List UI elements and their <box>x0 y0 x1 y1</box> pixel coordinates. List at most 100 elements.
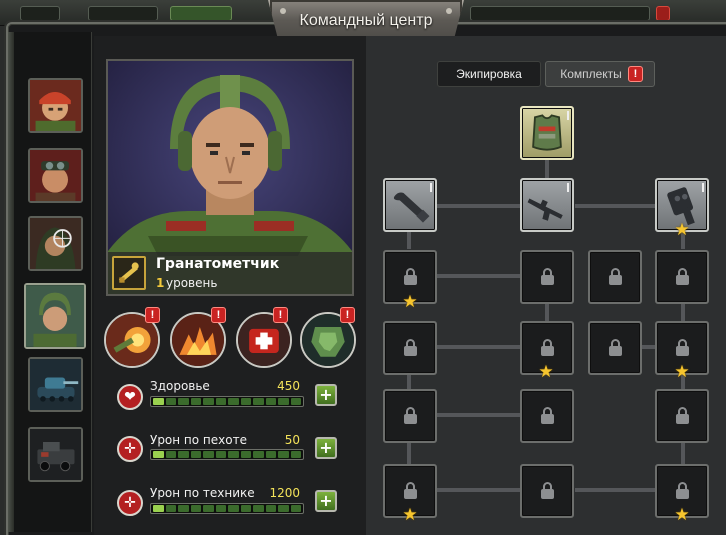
stat-bar-segment <box>290 505 301 512</box>
locked-slot[interactable] <box>655 389 709 443</box>
hero-name: Гранатометчик <box>156 256 280 272</box>
locked-slot[interactable] <box>520 250 574 304</box>
stat-bar-infantry-damage <box>150 449 304 460</box>
close-window-icon[interactable] <box>656 6 670 21</box>
top-chip <box>88 6 158 21</box>
locked-slot[interactable] <box>588 250 642 304</box>
upgrade-vehicle-damage-button[interactable]: + <box>315 490 337 512</box>
tab-equipment[interactable]: Экипировка <box>437 61 541 87</box>
equipment-slot-rocket[interactable] <box>383 178 437 232</box>
rail-edge <box>8 32 14 532</box>
lock-icon <box>404 339 417 356</box>
window-title: Командный центр <box>299 12 433 29</box>
stat-bar-segment <box>153 398 164 405</box>
locked-slot[interactable] <box>520 464 574 518</box>
lock-icon <box>404 407 417 424</box>
stat-bar-segment <box>165 451 176 458</box>
stat-bar-segment <box>253 398 264 405</box>
stat-label-infantry-damage: Урон по пехоте <box>150 433 247 447</box>
stat-bar-segment <box>153 451 164 458</box>
upgrade-infantry-damage-button[interactable]: + <box>315 437 337 459</box>
stat-bar-segment <box>240 505 251 512</box>
top-chip <box>20 6 60 21</box>
stat-bar-segment <box>203 451 214 458</box>
unit-slot-armored-car[interactable] <box>28 427 83 482</box>
equipment-slot-rifle[interactable] <box>520 178 574 232</box>
stat-bar-segment <box>215 505 226 512</box>
upgrade-health-button[interactable]: + <box>315 384 337 406</box>
stat-bar-segment <box>215 398 226 405</box>
soldier-2-portrait-icon <box>30 150 81 201</box>
hero-level-label: уровень <box>166 276 218 290</box>
lock-icon <box>676 339 689 356</box>
lock-icon <box>676 407 689 424</box>
unit-slot-soldier-2[interactable] <box>28 148 83 203</box>
stat-bar-segment <box>190 505 201 512</box>
lock-icon <box>609 339 622 356</box>
stat-value-infantry-damage: 50 <box>284 433 300 447</box>
stat-bar-segment <box>178 451 189 458</box>
locked-slot[interactable] <box>383 321 437 375</box>
rocket-icon <box>393 192 430 223</box>
stat-bar-segment <box>265 451 276 458</box>
tree-connector <box>681 440 685 464</box>
top-chip <box>470 6 650 21</box>
stat-bar-segment <box>203 398 214 405</box>
lock-icon <box>404 482 417 499</box>
star-icon: ★ <box>538 362 554 382</box>
slot-marker <box>567 111 569 120</box>
lock-icon <box>676 482 689 499</box>
vehicle-target-icon: ✛ <box>117 490 143 516</box>
lock-icon <box>676 268 689 285</box>
star-icon: ★ <box>402 292 418 312</box>
stat-bar-segment <box>190 398 201 405</box>
tree-connector <box>435 274 521 278</box>
locked-slot[interactable] <box>383 389 437 443</box>
tree-connector <box>435 345 521 349</box>
tree-connector <box>435 204 521 208</box>
equipment-slot-vest[interactable] <box>520 106 574 160</box>
top-chip <box>170 6 232 21</box>
stat-bar-segment <box>165 505 176 512</box>
locked-slot[interactable] <box>655 250 709 304</box>
stat-bar-segment <box>228 451 239 458</box>
ability-alert-badge: ! <box>340 307 355 323</box>
lock-icon <box>541 339 554 356</box>
tank-icon <box>30 359 81 410</box>
unit-slot-sniper[interactable] <box>28 216 83 271</box>
stat-bar-segment <box>178 398 189 405</box>
stat-bar-health <box>150 396 304 407</box>
soldier-1-portrait-icon <box>30 80 81 131</box>
star-icon: ★ <box>674 362 690 382</box>
unit-slot-tank[interactable] <box>28 357 83 412</box>
stat-value-health: 450 <box>277 379 300 393</box>
lock-icon <box>404 268 417 285</box>
tree-connector <box>575 204 657 208</box>
grenade-launcher-icon <box>112 256 146 290</box>
sniper-portrait-icon <box>30 218 81 269</box>
unit-slot-soldier-1[interactable] <box>28 78 83 133</box>
body-armor-icon <box>532 114 562 151</box>
grenadier-portrait-icon <box>26 285 84 347</box>
lock-icon <box>541 407 554 424</box>
unit-slot-grenadier[interactable] <box>24 283 86 349</box>
stat-bar-segment <box>153 505 164 512</box>
locked-slot[interactable] <box>588 321 642 375</box>
stat-bar-segment <box>228 398 239 405</box>
rifle-icon <box>527 198 563 221</box>
stat-bar-segment <box>265 505 276 512</box>
heart-icon: ❤ <box>117 384 143 410</box>
stat-bar-segment <box>203 505 214 512</box>
tree-connector <box>681 301 685 321</box>
stat-bar-segment <box>215 451 226 458</box>
stat-label-health: Здоровье <box>150 379 210 393</box>
stat-label-vehicle-damage: Урон по технике <box>150 486 255 500</box>
tree-connector <box>545 301 549 321</box>
stat-bar-vehicle-damage <box>150 503 304 514</box>
locked-slot[interactable] <box>520 389 574 443</box>
stat-bar-segment <box>265 398 276 405</box>
tree-connector <box>575 488 657 492</box>
stat-bar-segment <box>290 398 301 405</box>
tree-connector <box>435 488 521 492</box>
stat-bar-segment <box>165 398 176 405</box>
